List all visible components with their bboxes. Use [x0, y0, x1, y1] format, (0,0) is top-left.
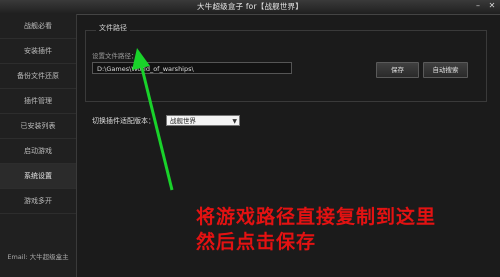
version-switch-label: 切换插件适配版本： [92, 117, 155, 125]
annotation-line-2: 然后点击保存 [196, 231, 317, 253]
sidebar-item-multi-instance[interactable]: 游戏多开 [0, 189, 76, 214]
path-field-label: 设置文件路径： [92, 52, 138, 60]
minimize-button[interactable]: – [474, 2, 482, 10]
window-title: 大牛超级盒子 for【战舰世界】 [197, 2, 303, 11]
sidebar-item-install-plugin[interactable]: 安装插件 [0, 39, 76, 64]
sidebar-footer: Email: 大牛超级盒主 [7, 253, 69, 261]
annotation-line-1: 将游戏路径直接复制到这里 [196, 206, 437, 228]
sidebar-item-must-read[interactable]: 战舰必看 [0, 14, 76, 39]
sidebar-item-installed-list[interactable]: 已安装列表 [0, 114, 76, 139]
chevron-down-icon: ▼ [232, 118, 237, 125]
sidebar-item-backup-restore[interactable]: 备份文件还原 [0, 64, 76, 89]
section-title: 文件路径 [96, 23, 130, 33]
sidebar: 战舰必看 安装插件 备份文件还原 插件管理 已安装列表 启动游戏 系统设置 游戏… [0, 14, 77, 277]
sidebar-item-launch-game[interactable]: 启动游戏 [0, 139, 76, 164]
title-bar: 大牛超级盒子 for【战舰世界】 – ✕ [0, 0, 500, 15]
auto-search-button[interactable]: 自动搜索 [423, 62, 468, 78]
sidebar-item-system-settings[interactable]: 系统设置 [0, 164, 76, 189]
close-button[interactable]: ✕ [488, 2, 496, 10]
version-select[interactable]: 战舰世界 ▼ [166, 115, 240, 126]
window-controls: – ✕ [474, 2, 496, 10]
save-button[interactable]: 保存 [376, 62, 419, 78]
sidebar-item-plugin-management[interactable]: 插件管理 [0, 89, 76, 114]
version-select-value: 战舰世界 [170, 117, 196, 125]
path-input[interactable]: D:\Games\World_of_warships\ [92, 62, 292, 74]
instruction-annotation: 将游戏路径直接复制到这里 然后点击保存 [196, 205, 436, 255]
